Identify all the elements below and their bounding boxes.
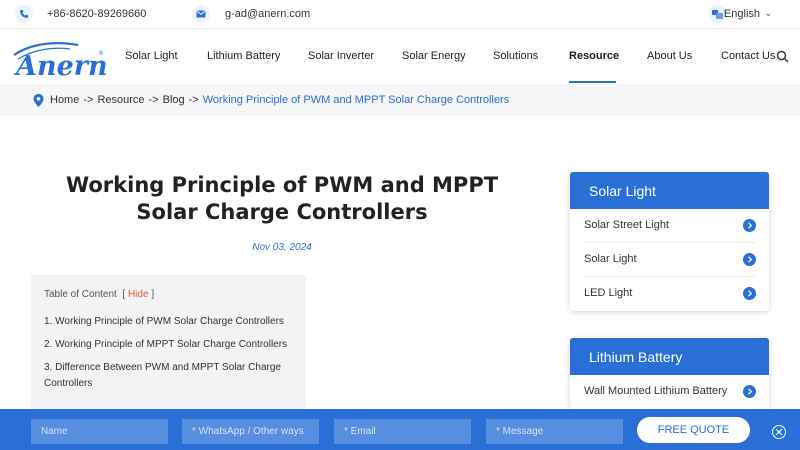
nav-item-about-us[interactable]: About Us <box>647 50 692 62</box>
phone-number[interactable]: +86-8620-89269660 <box>47 8 146 20</box>
svg-text:Anern: Anern <box>13 51 108 79</box>
quick-quote-bar: FREE QUOTE <box>0 409 800 450</box>
sidebar-category-lithium-battery: Lithium Battery Wall Mounted Lithium Bat… <box>570 338 769 409</box>
breadcrumb-separator: -> <box>148 94 159 106</box>
free-quote-button[interactable]: FREE QUOTE <box>637 417 750 443</box>
breadcrumb-separator: -> <box>83 94 94 106</box>
toc-item[interactable]: 3. Difference Between PWM and MPPT Solar… <box>44 360 293 392</box>
message-input[interactable] <box>486 419 623 444</box>
toc-bracket-close: ] <box>151 289 155 300</box>
nav-item-solar-energy[interactable]: Solar Energy <box>402 50 466 62</box>
search-icon[interactable] <box>776 50 789 63</box>
mail-icon <box>192 5 210 23</box>
toc-header: Table of Content [ Hide ] <box>44 289 293 300</box>
publish-date: Nov 03, 2024 <box>252 242 312 253</box>
email-input[interactable] <box>334 419 471 444</box>
sidebar-item-solar-street-light[interactable]: Solar Street Light <box>583 209 756 243</box>
table-of-contents: Table of Content [ Hide ] 1. Working Pri… <box>31 275 306 415</box>
toc-label: Table of Content <box>44 289 117 300</box>
close-icon[interactable] <box>772 425 786 439</box>
breadcrumb: Home -> Resource -> Blog -> Working Principle … <box>0 84 800 116</box>
sidebar-item-label: Wall Mounted Lithium Battery <box>584 385 728 397</box>
chevron-right-icon <box>743 253 756 266</box>
page-title-line-2: Solar Charge Controllers <box>136 200 428 224</box>
sidebar-item-solar-light[interactable]: Solar Light <box>583 243 756 277</box>
sidebar-item-label: Solar Light <box>584 253 637 265</box>
toc-hide-link[interactable]: Hide <box>128 289 149 300</box>
chevron-right-icon <box>743 385 756 398</box>
breadcrumb-separator: -> <box>188 94 199 106</box>
anern-logo[interactable]: Anern ® <box>12 35 108 82</box>
toc-item[interactable]: 1. Working Principle of PWM Solar Charge… <box>44 314 293 330</box>
sidebar-heading[interactable]: Solar Light <box>570 172 769 209</box>
page-title-line-1: Working Principle of PWM and MPPT <box>65 173 499 197</box>
sidebar-heading[interactable]: Lithium Battery <box>570 338 769 375</box>
chevron-right-icon <box>743 219 756 232</box>
nav-item-contact-us[interactable]: Contact Us <box>721 50 775 62</box>
breadcrumb-blog[interactable]: Blog <box>163 94 185 106</box>
nav-item-solar-inverter[interactable]: Solar Inverter <box>308 50 374 62</box>
nav-item-solar-light[interactable]: Solar Light <box>125 50 178 62</box>
breadcrumb-home[interactable]: Home <box>50 94 79 106</box>
nav-item-resource[interactable]: Resource <box>569 50 619 62</box>
sidebar-category-solar-light: Solar Light Solar Street Light Solar Lig… <box>570 172 769 311</box>
toc-bracket-open: [ <box>122 289 126 300</box>
language-selector[interactable]: English <box>724 8 760 20</box>
nav-item-lithium-battery[interactable]: Lithium Battery <box>207 50 280 62</box>
active-nav-underline <box>569 81 616 83</box>
nav-item-solutions[interactable]: Solutions <box>493 50 538 62</box>
toc-item[interactable]: 2. Working Principle of MPPT Solar Charg… <box>44 337 293 353</box>
name-input[interactable] <box>31 419 168 444</box>
location-pin-icon <box>33 94 44 107</box>
sidebar-item-wall-mounted-lithium-battery[interactable]: Wall Mounted Lithium Battery <box>583 375 756 409</box>
sidebar-item-label: Solar Street Light <box>584 219 669 231</box>
breadcrumb-current: Working Principle of PWM and MPPT Solar … <box>202 94 510 106</box>
chevron-right-icon <box>743 287 756 300</box>
email-address[interactable]: g-ad@anern.com <box>225 8 310 20</box>
breadcrumb-resource[interactable]: Resource <box>97 94 144 106</box>
main-navigation: Anern ® Solar Light Lithium Battery Sola… <box>0 29 800 84</box>
top-contact-bar: +86-8620-89269660 g-ad@anern.com English… <box>0 0 800 29</box>
whatsapp-input[interactable] <box>182 419 319 444</box>
sidebar-item-led-light[interactable]: LED Light <box>583 277 756 311</box>
chevron-down-icon[interactable]: ⌄ <box>764 8 772 19</box>
phone-icon <box>15 5 33 23</box>
svg-text:®: ® <box>98 50 104 57</box>
page-title: Working Principle of PWM and MPPT Solar … <box>40 172 524 226</box>
sidebar-item-label: LED Light <box>584 287 633 299</box>
breadcrumb-trail: Home -> Resource -> Blog -> Working Principle … <box>50 94 509 106</box>
